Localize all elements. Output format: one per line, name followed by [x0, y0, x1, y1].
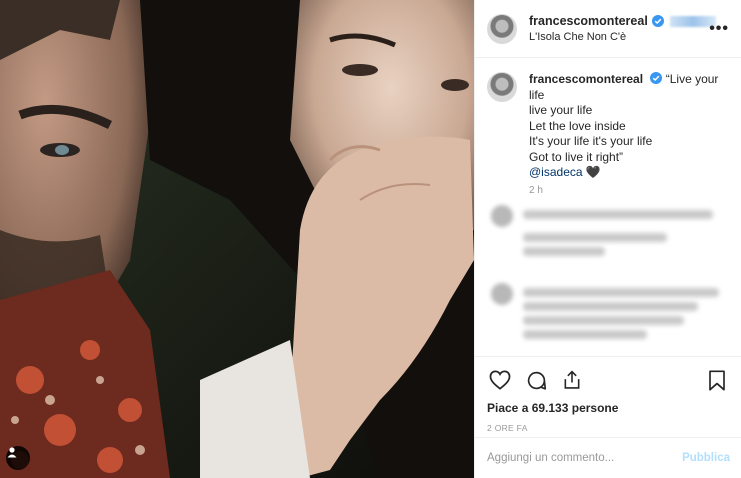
blurred-comment — [487, 204, 729, 261]
author-username[interactable]: francescomontereal — [529, 14, 648, 28]
share-icon[interactable] — [559, 367, 585, 393]
caption-line-5: Got to live it right” — [529, 149, 624, 164]
post-actions: Piace a 69.133 persone 2 ORE FA — [475, 356, 741, 433]
post-side-panel: francescomontereal L'Isola Che Non C'è •… — [474, 0, 741, 478]
publish-button[interactable]: Pubblica — [682, 452, 730, 464]
caption-time: 2 h — [529, 184, 543, 195]
caption-line-2: live your life — [529, 103, 593, 117]
likes-count[interactable]: Piace a 69.133 persone — [487, 401, 730, 415]
caption-username[interactable]: francescomontereal — [529, 72, 643, 86]
post-timestamp[interactable]: 2 ORE FA — [487, 423, 730, 433]
bookmark-icon[interactable] — [704, 367, 730, 393]
caption-avatar[interactable] — [487, 72, 517, 102]
caption-line-3: Let the love inside — [529, 118, 626, 133]
comment-input[interactable] — [487, 452, 683, 464]
more-options-icon[interactable]: ••• — [709, 20, 729, 38]
post-header: francescomontereal L'Isola Che Non C'è •… — [475, 0, 741, 58]
user-tag-icon[interactable] — [6, 446, 30, 470]
black-heart-emoji: 🖤 — [585, 165, 601, 179]
author-avatar[interactable] — [487, 13, 517, 44]
caption-line-4: It's your life it's your life — [529, 134, 653, 148]
heart-outline-icon[interactable] — [487, 367, 513, 393]
post-photo[interactable] — [0, 0, 474, 478]
blurred-avatar — [491, 282, 513, 305]
caption-mention-link[interactable]: @isadeca — [529, 165, 583, 179]
caption: francescomontereal “Live your life live … — [487, 72, 729, 195]
verified-badge-icon — [651, 15, 664, 27]
blurred-comment — [487, 282, 729, 344]
speech-bubble-icon[interactable] — [523, 367, 549, 393]
photo-image — [0, 0, 474, 478]
post-location[interactable]: L'Isola Che Non C'è — [529, 31, 716, 43]
verified-badge-icon — [650, 72, 663, 84]
blurred-avatar — [491, 204, 513, 227]
add-comment-bar: Pubblica — [475, 437, 741, 478]
comments-list[interactable]: francescomontereal “Live your life live … — [475, 58, 741, 356]
